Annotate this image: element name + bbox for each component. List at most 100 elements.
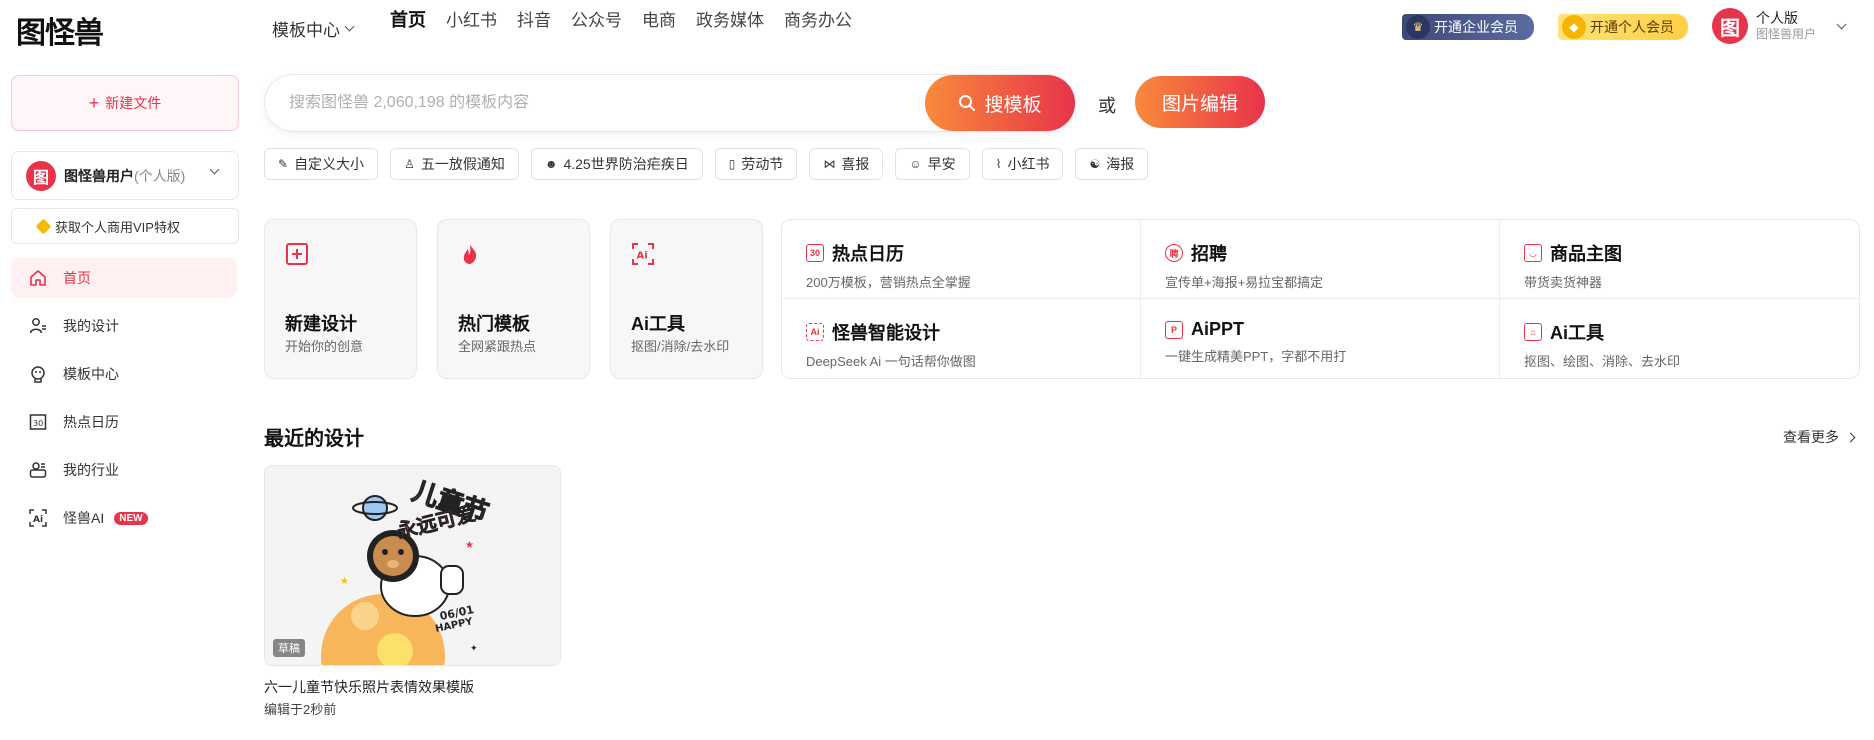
vip-enterprise-button[interactable]: ♛ 开通企业会员 [1402,14,1534,40]
recent-designs-title: 最近的设计 [264,428,364,450]
tag-xiaohongshu[interactable]: ⌇ 小红书 [981,148,1064,180]
svg-text:Ai: Ai [637,251,648,262]
calendar-icon: 30 [27,411,49,433]
feature-smart-design[interactable]: Ai 怪兽智能设计 DeepSeek Ai 一句话帮你做图 [782,299,1141,378]
sidebar-item-home[interactable]: 首页 [11,258,237,298]
feature-subtitle: 200万模板，营销热点全掌握 [806,275,971,290]
team-switcher[interactable]: 图 图怪兽用户 (个人版) [11,151,239,200]
feature-subtitle: DeepSeek Ai 一句话帮你做图 [806,354,976,369]
card-subtitle: 全网紧跟热点 [458,339,537,354]
user-menu[interactable]: 图 个人版 图怪兽用户 [1712,8,1847,44]
tag-may-day-notice[interactable]: ♙ 五一放假通知 [390,148,519,180]
nav-gov-media[interactable]: 政务媒体 [696,6,764,32]
nav-home[interactable]: 首页 [390,6,426,32]
user-plan: 个人版 [1756,10,1798,27]
card-ai-tools[interactable]: Ai Ai工具 抠图/消除/去水印 [610,219,763,379]
vip-personal-button[interactable]: ◆ 开通个人会员 [1558,14,1688,40]
template-center-dropdown[interactable]: 模板中心 [272,16,355,41]
vip-enterprise-label: 开通企业会员 [1434,19,1518,35]
feature-title: 招聘 [1191,244,1227,264]
card-subtitle: 抠图/消除/去水印 [631,339,730,354]
mosquito-icon: ☻ [544,157,558,171]
card-subtitle: 开始你的创意 [285,339,364,354]
tag-good-news[interactable]: ⋈ 喜报 [809,148,884,180]
person-icon: ♙ [404,157,415,171]
industry-icon [27,459,49,481]
draft-badge: 草稿 [273,639,305,657]
tag-label: 自定义大小 [294,156,365,172]
logo[interactable]: 图怪兽 [16,10,108,51]
plus-square-icon [286,243,308,265]
sidebar-item-label: 模板中心 [63,366,119,382]
svg-text:★: ★ [340,576,349,587]
design-thumbnail[interactable]: 儿童节 永远可爱 06/01 HAPPY ★ ★ ✦ 草稿 [264,465,561,666]
ai-icon: Ai [27,507,49,529]
card-new-design[interactable]: 新建设计 开始你的创意 [264,219,417,379]
sidebar-item-industry[interactable]: 我的行业 [11,450,237,490]
phone-icon: ▯ [728,157,736,171]
new-badge: NEW [114,511,148,525]
tag-good-morning[interactable]: ☺ 早安 [895,148,970,180]
tag-label: 海报 [1106,156,1135,172]
feature-recruitment[interactable]: 聘招聘 宣传单+海报+易拉宝都搞定 [1141,220,1500,299]
nav-xiaohongshu[interactable]: 小红书 [446,6,497,32]
bow-icon: ⋈ [823,157,836,171]
template-icon [27,363,49,385]
tag-label: 早安 [927,156,956,172]
feature-title: AiPPT [1191,319,1245,339]
get-vip-link[interactable]: 获取个人商用VIP特权 [11,208,239,244]
tag-malaria-day[interactable]: ☻ 4.25世界防治疟疾日 [530,148,703,180]
team-avatar: 图 [26,160,56,191]
new-file-button[interactable]: + 新建文件 [11,75,239,131]
avatar: 图 [1712,8,1748,44]
tag-label: 小红书 [1007,156,1050,172]
sidebar-item-label: 热点日历 [63,414,119,430]
tag-poster[interactable]: ☯ 海报 [1075,148,1149,180]
tag-labor-day[interactable]: ▯ 劳动节 [714,148,798,180]
diamond-icon: ◆ [1562,15,1586,39]
card-title: Ai工具 [631,314,685,334]
tag-label: 4.25世界防治疟疾日 [563,156,689,172]
poster-illustration: 儿童节 永远可爱 06/01 HAPPY ★ ★ ✦ [265,466,560,665]
tag-label: 五一放假通知 [420,156,505,172]
feature-subtitle: 抠图、绘图、消除、去水印 [1524,354,1681,369]
leaf-icon: ⌇ [995,157,1002,171]
search-button[interactable]: 搜模板 [925,75,1075,131]
team-type: (个人版) [134,167,186,184]
sidebar-item-calendar[interactable]: 30 热点日历 [11,402,237,442]
svg-text:30: 30 [33,419,43,428]
feature-title: Ai工具 [1550,323,1604,343]
nav-ecommerce[interactable]: 电商 [642,6,676,32]
tag-custom-size[interactable]: ✎ 自定义大小 [264,148,379,180]
search-input[interactable] [289,94,889,112]
smile-icon: ☺ [909,157,922,171]
feature-hot-calendar[interactable]: 30 热点日历 200万模板，营销热点全掌握 [782,220,1141,299]
feature-aippt[interactable]: P AiPPT 一键生成精美PPT，字都不用打 [1141,299,1500,378]
user-name: 图怪兽用户 [1756,27,1817,42]
nav-wechat[interactable]: 公众号 [571,6,622,32]
chevron-down-icon [344,21,355,32]
tag-label: 喜报 [841,156,870,172]
feature-grid: 30 热点日历 200万模板，营销热点全掌握 聘招聘 宣传单+海报+易拉宝都搞定 … [781,219,1860,379]
pen-icon: ✎ [278,157,289,171]
team-name: 图怪兽用户 [64,167,134,184]
feature-ai-tools[interactable]: ⌂ Ai工具 抠图、绘图、消除、去水印 [1500,299,1859,378]
image-edit-button[interactable]: 图片编辑 [1135,76,1265,128]
see-more-link[interactable]: 查看更多 [1783,427,1856,447]
calendar-icon: 30 [806,244,824,262]
card-hot-templates[interactable]: 热门模板 全网紧跟热点 [437,219,590,379]
sidebar-item-ai[interactable]: Ai 怪兽AI NEW [11,498,237,538]
new-file-label: 新建文件 [105,95,162,111]
svg-text:Ai: Ai [33,515,43,525]
sidebar-item-template-center[interactable]: 模板中心 [11,354,237,394]
poster-icon: ☯ [1089,157,1101,171]
recruit-icon: 聘 [1165,244,1183,262]
sidebar-item-label: 怪兽AI [63,510,105,526]
search-box: 搜模板 [264,74,1076,132]
nav-business[interactable]: 商务办公 [784,6,852,32]
sidebar-nav: 首页 我的设计 模板中心 30 热点日历 我的行业 Ai 怪兽AI NEW [11,258,237,546]
sidebar-item-my-design[interactable]: 我的设计 [11,306,237,346]
nav-douyin[interactable]: 抖音 [517,6,551,32]
feature-product-image[interactable]: ◡ 商品主图 带货卖货神器 [1500,220,1859,299]
design-name[interactable]: 六一儿童节快乐照片表情效果模版 [264,677,474,697]
